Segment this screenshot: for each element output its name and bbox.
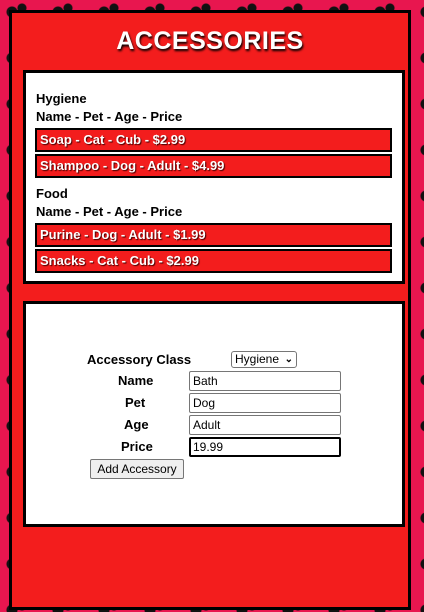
accessory-class-select[interactable]: Hygiene ⌄ [231, 351, 297, 368]
add-accessory-form: Accessory Class Hygiene ⌄ Name Bath Pet … [23, 301, 405, 527]
age-field[interactable]: Adult [189, 415, 341, 435]
name-label: Name [118, 373, 154, 388]
pet-field[interactable]: Dog [189, 393, 341, 413]
age-label: Age [124, 417, 149, 432]
accessories-page: ACCESSORIES Hygiene Name - Pet - Age - P… [9, 10, 411, 610]
column-header-hygiene: Name - Pet - Age - Price [36, 109, 183, 124]
list-item[interactable]: Snacks - Cat - Cub - $2.99 [35, 249, 392, 273]
category-title-hygiene: Hygiene [36, 91, 87, 106]
accessory-class-selected: Hygiene [235, 352, 280, 366]
category-title-food: Food [36, 186, 68, 201]
chevron-down-icon: ⌄ [284, 354, 293, 365]
add-accessory-button[interactable]: Add Accessory [90, 459, 184, 479]
name-field[interactable]: Bath [189, 371, 341, 391]
list-item[interactable]: Soap - Cat - Cub - $2.99 [35, 128, 392, 152]
price-field[interactable]: 19.99 [189, 437, 341, 457]
pet-label: Pet [125, 395, 146, 410]
accessories-list-panel: Hygiene Name - Pet - Age - Price Soap - … [23, 70, 405, 284]
page-title: ACCESSORIES [116, 27, 304, 55]
price-label: Price [121, 439, 153, 454]
accessory-class-label: Accessory Class [87, 352, 192, 367]
list-item[interactable]: Shampoo - Dog - Adult - $4.99 [35, 154, 392, 178]
column-header-food: Name - Pet - Age - Price [36, 204, 183, 219]
list-item[interactable]: Purine - Dog - Adult - $1.99 [35, 223, 392, 247]
